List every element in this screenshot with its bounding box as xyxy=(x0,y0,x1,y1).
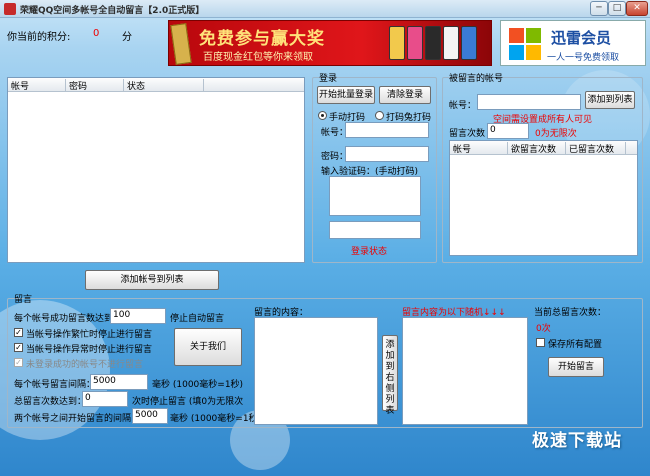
xunlei-title: 迅雷会员 xyxy=(551,29,612,47)
total-stop-input[interactable]: 0 xyxy=(82,391,128,407)
total-stop-suffix: 次时停止留言 (填0为无限次 xyxy=(132,397,244,407)
xunlei-subtitle: 一人一号免费领取 xyxy=(547,53,620,63)
between-interval-label: 两个帐号之间开始留言的间隔： xyxy=(14,414,141,424)
target-count-hint: 0为无限次 xyxy=(535,129,577,139)
about-us-button[interactable]: 关于我们 xyxy=(174,328,242,366)
target-list[interactable]: 帐号 欲留言次数 已留言次数 xyxy=(449,140,638,256)
main-window: 荣耀QQ空间多帐号全自动留言【2.0正式版】 ─ □ ✕ 你当前的积分: 0 分… xyxy=(0,0,650,476)
phone-icon xyxy=(389,26,405,60)
login-status: 登录状态 xyxy=(351,247,388,257)
stop-after-suffix: 停止自动留言 xyxy=(170,314,225,324)
col-planned-count: 欲留言次数 xyxy=(508,142,566,155)
promo-banner[interactable]: 免费参与赢大奖 百度现金红包等你来领取 xyxy=(168,20,492,66)
interval-suffix: 毫秒 (1000毫秒=1秒) xyxy=(152,380,244,390)
login-password-input[interactable] xyxy=(345,146,429,162)
account-list-header: 帐号 密码 状态 xyxy=(8,78,304,92)
account-list[interactable]: 帐号 密码 状态 xyxy=(7,77,305,263)
col-password: 密码 xyxy=(66,79,124,92)
watermark: 极速下载站 xyxy=(532,431,622,451)
stop-after-input[interactable]: 100 xyxy=(110,308,166,324)
close-button[interactable]: ✕ xyxy=(626,1,648,16)
save-config-checkbox[interactable] xyxy=(536,338,545,347)
login-group-title: 登录 xyxy=(319,74,338,84)
abnormal-stop-checkbox[interactable]: ✓ xyxy=(14,343,23,352)
clear-login-button[interactable]: 清除登录 xyxy=(379,86,431,104)
total-count-value: 0次 xyxy=(536,324,551,334)
unlogged-skip-checkbox[interactable]: ✓ xyxy=(14,358,23,367)
title-bar: 荣耀QQ空间多帐号全自动留言【2.0正式版】 ─ □ ✕ xyxy=(0,0,650,18)
add-target-button[interactable]: 添加到列表 xyxy=(585,91,635,109)
save-config-label: 保存所有配置 xyxy=(548,340,603,350)
interval-label: 每个帐号留言间隔： xyxy=(14,380,96,390)
target-group: 被留言的帐号 帐号： 添加到列表 空间需设置成所有人可见 留言次数 0 0为无限… xyxy=(442,74,643,263)
busy-stop-label: 当帐号操作繁忙时停止进行留言 xyxy=(26,330,153,340)
login-group: 登录 开始批量登录 清除登录 手动打码 打码兔打码 帐号： 密码： 输入验证码：… xyxy=(312,74,437,263)
manual-captcha-radio[interactable] xyxy=(318,111,327,120)
col-target-account: 帐号 xyxy=(450,142,508,155)
promo-headline: 免费参与赢大奖 xyxy=(199,29,325,49)
abnormal-stop-label: 当帐号操作异常时停止进行留言 xyxy=(26,345,153,355)
busy-stop-checkbox[interactable]: ✓ xyxy=(14,328,23,337)
target-account-input[interactable] xyxy=(477,94,581,110)
login-password-label: 密码： xyxy=(321,152,349,162)
target-account-label: 帐号： xyxy=(449,101,477,111)
target-count-input[interactable]: 0 xyxy=(487,123,529,139)
batch-login-button[interactable]: 开始批量登录 xyxy=(317,86,375,104)
score-value: 0 xyxy=(93,28,100,39)
add-to-right-list-label: 添加到右侧列表 xyxy=(385,340,395,416)
target-group-title: 被留言的帐号 xyxy=(449,74,504,84)
add-account-button[interactable]: 添加帐号到列表 xyxy=(85,270,219,290)
content-textarea[interactable] xyxy=(254,317,378,425)
score-label: 你当前的积分: xyxy=(7,32,71,43)
start-message-button[interactable]: 开始留言 xyxy=(548,357,604,377)
window-title: 荣耀QQ空间多帐号全自动留言【2.0正式版】 xyxy=(20,6,205,16)
phone-icon xyxy=(443,26,459,60)
phone-icon xyxy=(461,26,477,60)
total-count-label: 当前总留言次数： xyxy=(534,308,607,318)
maximize-button[interactable]: □ xyxy=(608,1,626,16)
phone-icon xyxy=(425,26,441,60)
phone-images xyxy=(387,23,487,65)
score-unit: 分 xyxy=(122,32,132,43)
captcha-input[interactable] xyxy=(329,221,421,239)
message-group: 留言 每个帐号成功留言数达到 100 停止自动留言 ✓ 当帐号操作繁忙时停止进行… xyxy=(7,295,643,428)
login-account-input[interactable] xyxy=(345,122,429,138)
message-group-title: 留言 xyxy=(14,295,33,305)
minimize-button[interactable]: ─ xyxy=(590,1,608,16)
between-interval-suffix: 毫秒 (1000毫秒=1秒) xyxy=(170,414,262,424)
random-content-list[interactable] xyxy=(402,317,528,425)
stop-after-label: 每个帐号成功留言数达到 xyxy=(14,314,114,324)
between-interval-input[interactable]: 5000 xyxy=(132,408,168,424)
add-to-right-list-button[interactable]: 添加到右侧列表 xyxy=(382,335,398,416)
phone-icon xyxy=(407,26,423,60)
total-stop-label: 总留言次数达到： xyxy=(14,397,87,407)
red-packet-icon xyxy=(170,23,192,65)
windows-logo-icon xyxy=(509,28,541,60)
promo-subline: 百度现金红包等你来领取 xyxy=(203,52,313,63)
xunlei-banner[interactable]: 迅雷会员 一人一号免费领取 xyxy=(500,20,646,66)
app-icon xyxy=(4,3,16,15)
col-done-count: 已留言次数 xyxy=(566,142,626,155)
interval-input[interactable]: 5000 xyxy=(90,374,148,390)
login-account-label: 帐号： xyxy=(321,128,349,138)
col-status: 状态 xyxy=(124,79,204,92)
target-count-label: 留言次数 xyxy=(449,129,486,139)
captcha-image-box xyxy=(329,176,421,216)
col-account: 帐号 xyxy=(8,79,66,92)
unlogged-skip-label: 未登录成功的帐号不进行留言 xyxy=(26,360,144,370)
target-list-header: 帐号 欲留言次数 已留言次数 xyxy=(450,141,637,155)
auto-captcha-radio[interactable] xyxy=(375,111,384,120)
